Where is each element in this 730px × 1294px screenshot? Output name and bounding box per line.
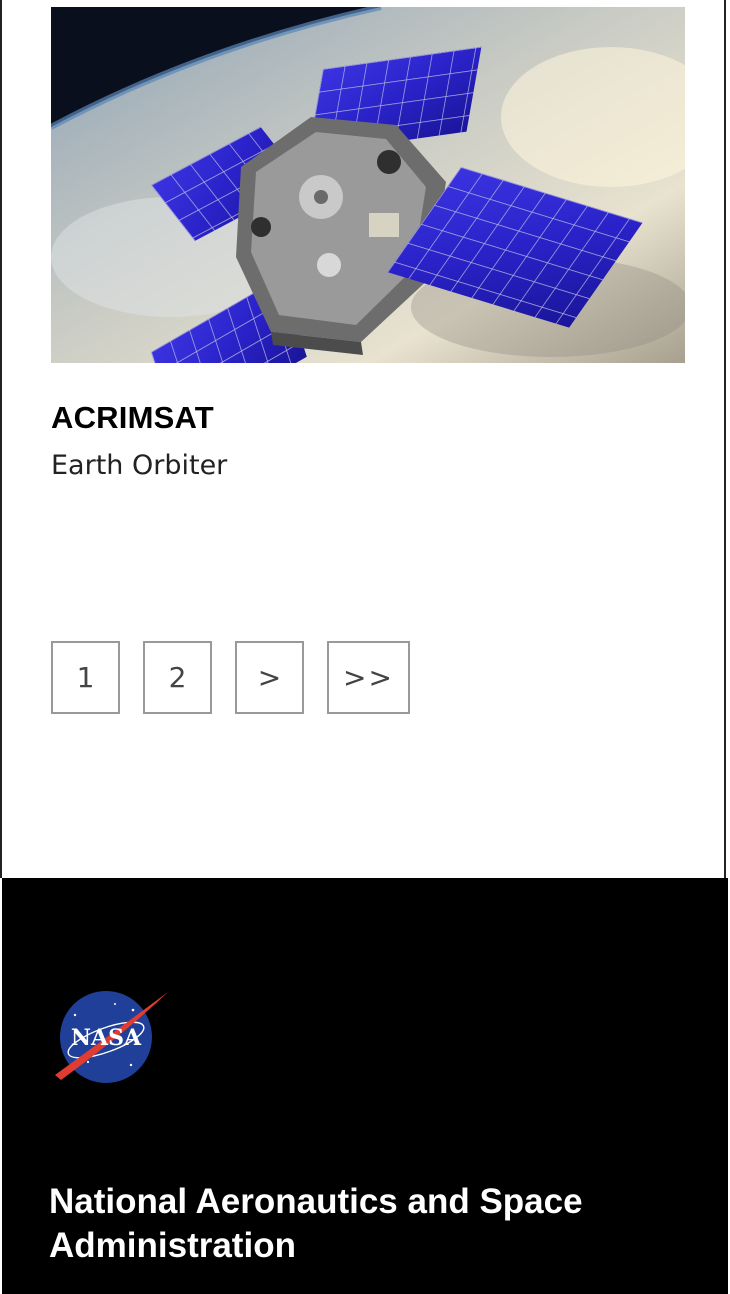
footer-organization-name: National Aeronautics and Space Administr… bbox=[49, 1182, 583, 1265]
site-footer: NASA National Aeronautics and Space Admi… bbox=[2, 878, 728, 1294]
nasa-logo-icon: NASA bbox=[55, 991, 168, 1083]
card-title[interactable]: ACRIMSAT bbox=[51, 400, 214, 436]
pagination: 1 2 > >> bbox=[51, 641, 410, 714]
page-1-button[interactable]: 1 bbox=[51, 641, 120, 714]
last-page-button[interactable]: >> bbox=[327, 641, 410, 714]
acrimsat-image-graphic bbox=[51, 7, 685, 363]
svg-text:NASA: NASA bbox=[71, 1025, 142, 1051]
card-subtitle: Earth Orbiter bbox=[51, 450, 228, 481]
page-2-button[interactable]: 2 bbox=[143, 641, 212, 714]
main-content: ACRIMSAT Earth Orbiter 1 2 > >> bbox=[0, 0, 726, 878]
nasa-meatball-logo[interactable]: NASA bbox=[53, 990, 169, 1086]
next-page-button[interactable]: > bbox=[235, 641, 304, 714]
spacecraft-image[interactable] bbox=[51, 7, 685, 363]
